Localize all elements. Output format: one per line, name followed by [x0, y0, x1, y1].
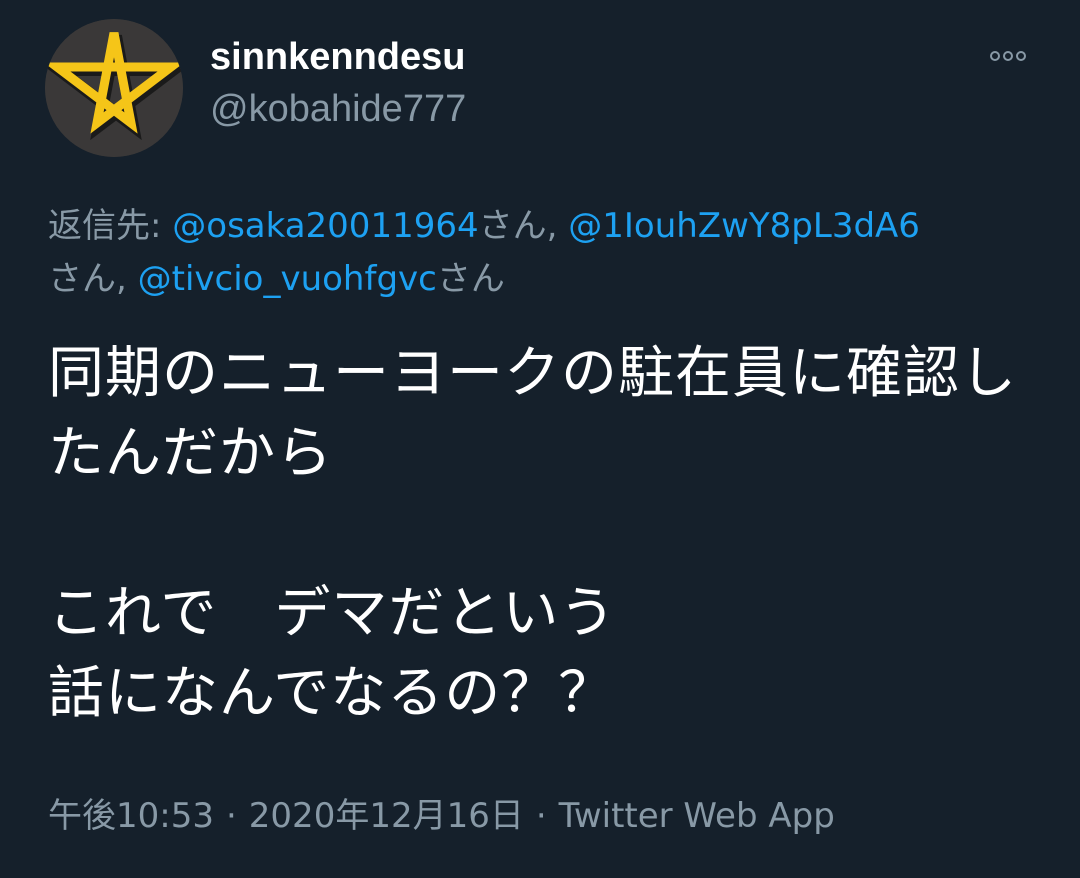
mention-suffix: さん [436, 259, 505, 299]
avatar[interactable] [45, 19, 183, 157]
mention-suffix: さん, [48, 259, 138, 299]
mention-link[interactable]: @tivcio_vuohfgvc [138, 259, 437, 299]
more-options-icon [1016, 51, 1026, 61]
tweet-date[interactable]: 2020年12月16日 [249, 796, 524, 836]
tweet-meta: 午後10:53 · 2020年12月16日 · Twitter Web App [48, 788, 835, 837]
reply-to-prefix: 返信先: [48, 206, 173, 246]
tweet-text: 同期のニューヨークの駐在員に確認したんだから これで デマだという 話になんでな… [48, 341, 1017, 726]
display-name[interactable]: sinnkenndesu [210, 36, 466, 79]
meta-separator: · [225, 796, 237, 836]
mention-link[interactable]: @1IouhZwY8pL3dA6 [568, 206, 920, 246]
more-options-button[interactable] [980, 40, 1036, 72]
mention-suffix: さん, [478, 206, 569, 246]
mention-link[interactable]: @osaka20011964 [172, 206, 478, 246]
pentagram-icon [45, 19, 183, 157]
user-handle[interactable]: @kobahide777 [210, 88, 466, 131]
more-options-icon [990, 51, 1000, 61]
reply-to-line: 返信先: @osaka20011964さん, @1IouhZwY8pL3dA6 さ… [48, 200, 1048, 306]
more-options-icon [1003, 51, 1013, 61]
tweet: sinnkenndesu @kobahide777 返信先: @osaka200… [0, 0, 1080, 878]
tweet-time[interactable]: 午後10:53 [48, 796, 214, 836]
meta-separator: · [535, 796, 547, 836]
tweet-source[interactable]: Twitter Web App [559, 796, 835, 836]
